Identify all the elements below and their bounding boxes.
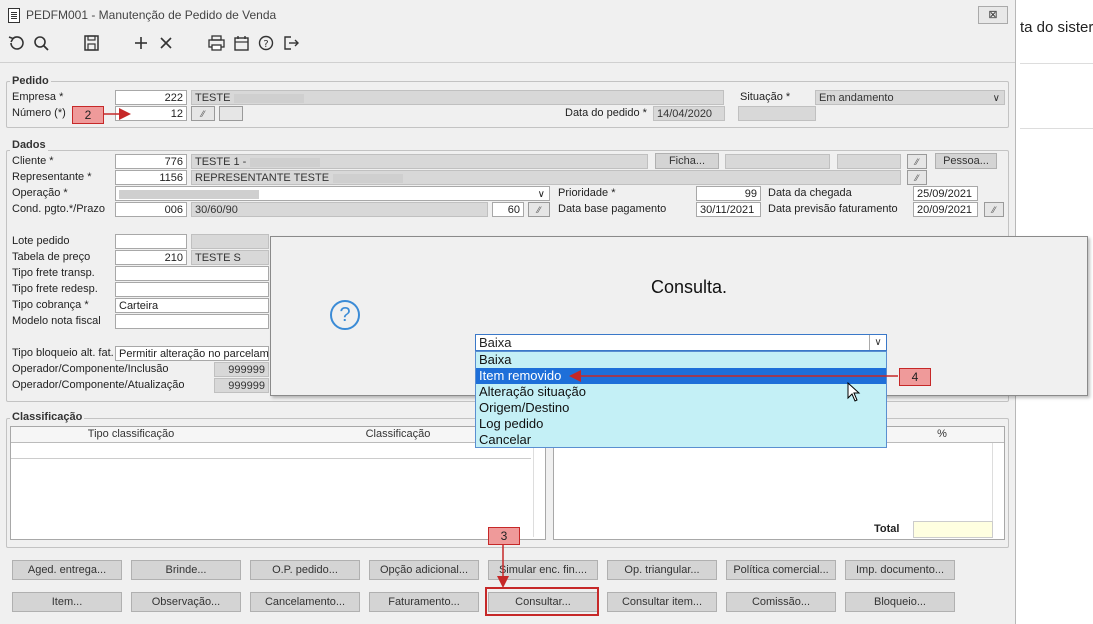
annotation-arrows [103,108,898,588]
